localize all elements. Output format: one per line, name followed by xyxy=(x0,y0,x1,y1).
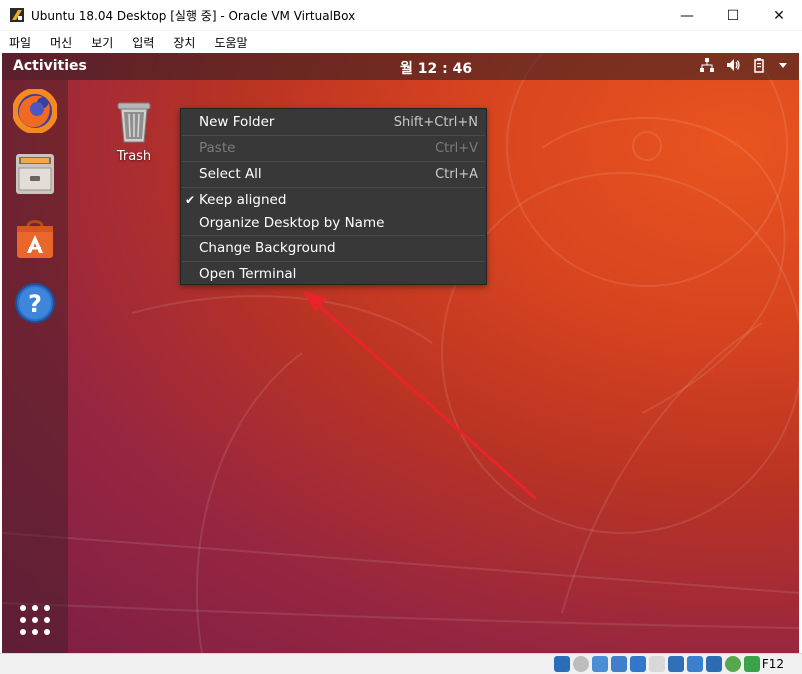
keyboard-capture-icon[interactable] xyxy=(744,656,760,672)
recording-icon[interactable] xyxy=(687,656,703,672)
network-adapter-icon[interactable] xyxy=(611,656,627,672)
host-key-label: F12 xyxy=(761,657,784,671)
display-icon[interactable] xyxy=(668,656,684,672)
status-icons xyxy=(554,656,760,672)
virtualization-icon[interactable] xyxy=(706,656,722,672)
menu-view[interactable]: 보기 xyxy=(91,34,113,51)
mouse-integration-icon[interactable] xyxy=(725,656,741,672)
menu-file[interactable]: 파일 xyxy=(9,34,31,51)
virtualbox-app-icon xyxy=(9,7,25,23)
guest-display[interactable]: Activities 월 12 : 46 ? Trash New Folder … xyxy=(2,53,799,653)
menu-help[interactable]: 도움말 xyxy=(214,34,247,51)
maximize-button[interactable]: ☐ xyxy=(710,0,756,31)
window-titlebar: Ubuntu 18.04 Desktop [실행 중] - Oracle VM … xyxy=(0,0,802,31)
usb-icon[interactable] xyxy=(630,656,646,672)
menu-machine[interactable]: 머신 xyxy=(50,34,72,51)
audio-icon[interactable] xyxy=(592,656,608,672)
close-button[interactable]: ✕ xyxy=(756,0,802,31)
shared-folders-icon[interactable] xyxy=(649,656,665,672)
menu-devices[interactable]: 장치 xyxy=(173,34,195,51)
window-title: Ubuntu 18.04 Desktop [실행 중] - Oracle VM … xyxy=(31,8,356,23)
annotation-arrow xyxy=(303,291,537,500)
statusbar: F12 xyxy=(0,653,802,674)
menu-input[interactable]: 입력 xyxy=(132,34,154,51)
hard-disk-icon[interactable] xyxy=(554,656,570,672)
menubar: 파일 머신 보기 입력 장치 도움말 xyxy=(0,31,802,53)
minimize-button[interactable]: — xyxy=(664,0,710,31)
optical-drive-icon[interactable] xyxy=(573,656,589,672)
